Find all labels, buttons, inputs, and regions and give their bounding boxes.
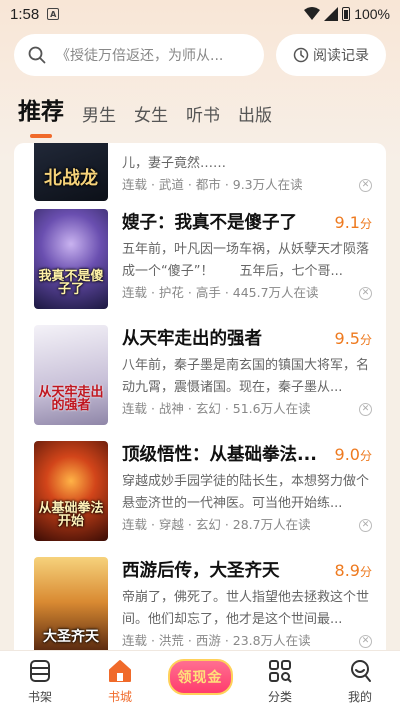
book-title[interactable]: 顶级悟性：从基础拳法... bbox=[122, 441, 317, 466]
book-title[interactable]: 西游后传，大圣齐天 bbox=[122, 557, 280, 582]
home-icon bbox=[109, 660, 131, 682]
search-input[interactable]: 《授徒万倍返还，为师从... bbox=[14, 34, 264, 76]
cash-reward-badge: 领现金 bbox=[167, 659, 233, 695]
bookshelf-icon bbox=[30, 660, 50, 682]
book-meta: 连载 · 武道 · 都市 · 9.3万人在读 bbox=[122, 177, 303, 192]
cover-title: 大圣齐天 bbox=[43, 629, 99, 646]
book-item[interactable]: 我真不是傻子了 嫂子：我真不是傻子了 9.1分 五年前，叶凡因一场车祸，从妖孽天… bbox=[34, 209, 372, 311]
cover-title: 北战龙 bbox=[44, 168, 98, 190]
bottom-nav: 书架 书城 领现金 分类 我的 bbox=[0, 650, 400, 711]
search-row: 《授徒万倍返还，为师从... 阅读记录 bbox=[14, 34, 386, 76]
dismiss-icon[interactable]: ✕ bbox=[359, 287, 372, 300]
book-meta: 连载 · 战神 · 玄幻 · 51.6万人在读 bbox=[122, 401, 311, 416]
status-time: 1:58 bbox=[10, 5, 40, 23]
book-meta: 连载 · 护花 · 高手 · 445.7万人在读 bbox=[122, 285, 319, 300]
search-icon bbox=[28, 46, 46, 64]
reading-history-button[interactable]: 阅读记录 bbox=[276, 34, 386, 76]
nav-label: 书架 bbox=[27, 690, 52, 704]
cover-title: 从天牢走出的强者 bbox=[38, 384, 104, 414]
book-score: 9.0分 bbox=[334, 445, 372, 464]
book-description: 帝崩了，佛死了。世人指望他去拯救这个世间。他们却忘了，他才是这个世间最... bbox=[122, 590, 370, 627]
nav-label: 我的 bbox=[347, 690, 372, 704]
book-cover[interactable]: 我真不是傻子了 bbox=[34, 209, 108, 309]
search-placeholder: 《授徒万倍返还，为师从... bbox=[56, 48, 224, 64]
book-cover[interactable]: 大圣齐天 bbox=[34, 557, 108, 650]
nav-category[interactable]: 分类 bbox=[245, 658, 315, 705]
tab-published[interactable]: 出版 bbox=[238, 101, 272, 128]
book-score: 8.9分 bbox=[334, 561, 372, 580]
status-right: 100% bbox=[304, 6, 390, 22]
book-score: 9.5分 bbox=[334, 329, 372, 348]
dismiss-icon[interactable]: ✕ bbox=[359, 403, 372, 416]
battery-icon bbox=[342, 7, 351, 21]
dismiss-icon[interactable]: ✕ bbox=[359, 519, 372, 532]
signal-icon bbox=[324, 7, 339, 21]
category-icon bbox=[269, 660, 292, 683]
book-title[interactable]: 从天牢走出的强者 bbox=[122, 325, 262, 350]
book-item[interactable]: 从天牢走出的强者 从天牢走出的强者 9.5分 八年前，秦子墨是南玄国的镇国大将军… bbox=[34, 325, 372, 427]
profile-icon bbox=[351, 660, 371, 682]
battery-level: 100% bbox=[354, 6, 390, 22]
book-list: 北战龙 儿，妻子竟然…… 连载 · 武道 · 都市 · 9.3万人在读 ✕ 我真… bbox=[14, 143, 386, 650]
nav-label: 书城 bbox=[107, 690, 132, 704]
book-meta: 连载 · 穿越 · 玄幻 · 28.7万人在读 bbox=[122, 517, 311, 532]
tab-male[interactable]: 男生 bbox=[82, 101, 116, 128]
dismiss-icon[interactable]: ✕ bbox=[359, 179, 372, 192]
nav-label: 分类 bbox=[267, 690, 292, 704]
nav-profile[interactable]: 我的 bbox=[325, 658, 395, 705]
book-cover[interactable]: 从基础拳法开始 bbox=[34, 441, 108, 541]
tab-audiobook[interactable]: 听书 bbox=[186, 101, 220, 128]
dismiss-icon[interactable]: ✕ bbox=[359, 635, 372, 648]
book-item[interactable]: 从基础拳法开始 顶级悟性：从基础拳法... 9.0分 穿越成妙手园学徒的陆长生，… bbox=[34, 441, 372, 543]
book-description: 穿越成妙手园学徒的陆长生，本想努力做个悬壶济世的一代神医。可当他开始练... bbox=[122, 474, 370, 511]
book-cover[interactable]: 北战龙 bbox=[34, 143, 108, 201]
nav-cash-reward[interactable]: 领现金 bbox=[165, 659, 235, 705]
book-description: 八年前，秦子墨是南玄国的镇国大将军，名动九霄，震慑诸国。现在，秦子墨从... bbox=[122, 358, 370, 395]
book-item[interactable]: 北战龙 儿，妻子竟然…… 连载 · 武道 · 都市 · 9.3万人在读 ✕ bbox=[34, 143, 372, 203]
book-description: 五年前，叶凡因一场车祸，从妖孽天才陨落成一个“傻子”！ 五年后，七个哥... bbox=[122, 242, 370, 279]
tab-female[interactable]: 女生 bbox=[134, 101, 168, 128]
category-tabs: 推荐 男生 女生 听书 出版 bbox=[18, 92, 272, 138]
notification-a-icon: A bbox=[47, 8, 60, 20]
book-cover[interactable]: 从天牢走出的强者 bbox=[34, 325, 108, 425]
book-score: 9.1分 bbox=[334, 213, 372, 232]
book-title[interactable]: 嫂子：我真不是傻子了 bbox=[122, 209, 297, 234]
clock-icon bbox=[293, 47, 309, 63]
cover-title: 我真不是傻子了 bbox=[38, 268, 104, 298]
book-meta: 连载 · 洪荒 · 西游 · 23.8万人在读 bbox=[122, 633, 311, 648]
book-item[interactable]: 大圣齐天 西游后传，大圣齐天 8.9分 帝崩了，佛死了。世人指望他去拯救这个世间… bbox=[34, 557, 372, 650]
cover-title: 从基础拳法开始 bbox=[38, 500, 104, 530]
wifi-icon bbox=[304, 7, 321, 20]
nav-bookshelf[interactable]: 书架 bbox=[5, 658, 75, 705]
nav-bookstore[interactable]: 书城 bbox=[85, 658, 155, 705]
status-bar: 1:58 A 100% bbox=[0, 0, 400, 28]
tab-recommend[interactable]: 推荐 bbox=[18, 92, 64, 138]
book-description: 儿，妻子竟然…… bbox=[122, 156, 227, 171]
reading-history-label: 阅读记录 bbox=[313, 48, 369, 64]
